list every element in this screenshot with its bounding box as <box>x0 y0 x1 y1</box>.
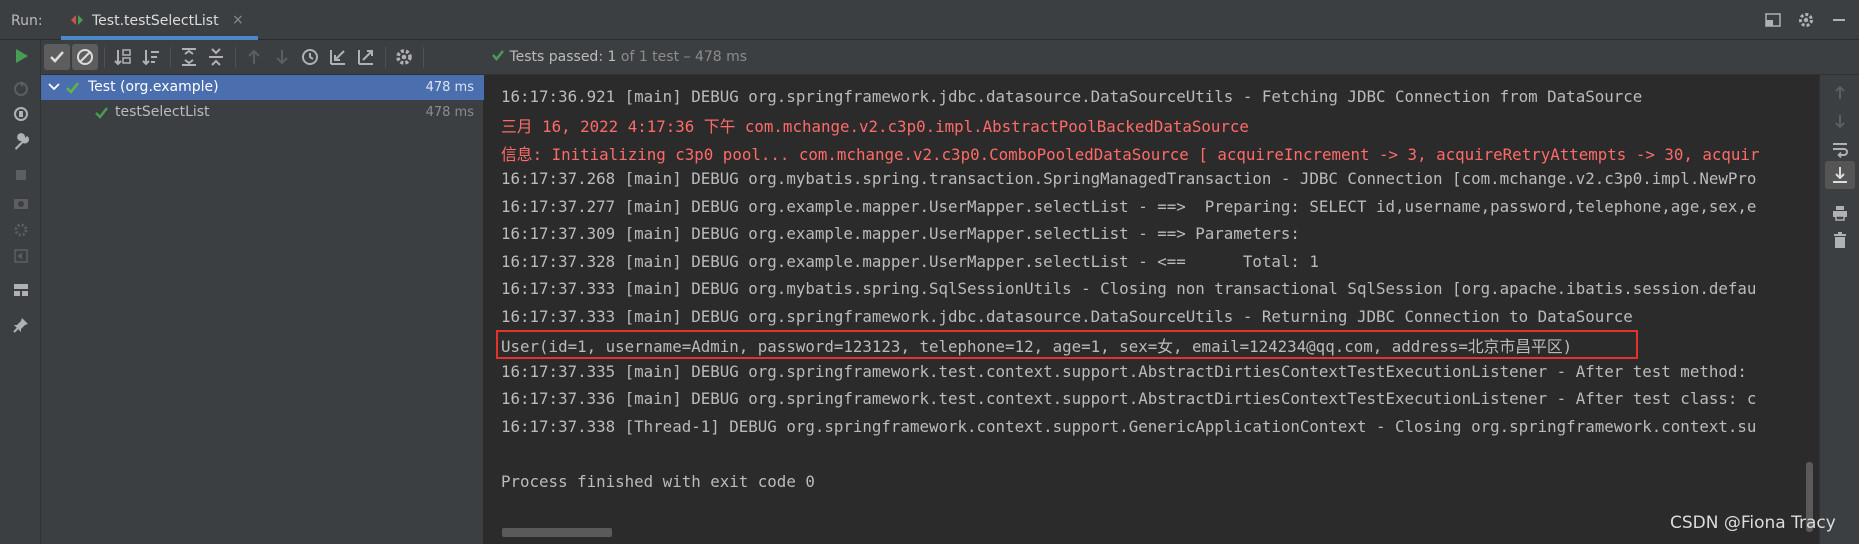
console-line: 16:17:37.338 [Thread-1] DEBUG org.spring… <box>501 417 1757 436</box>
toolbar-separator <box>423 47 424 68</box>
previous-failed-button <box>241 44 267 70</box>
tests-detail: of 1 test – 478 ms <box>620 49 748 65</box>
tree-node-label: Test (org.example) <box>88 79 219 95</box>
console-line: 16:17:37.268 [main] DEBUG org.mybatis.sp… <box>501 169 1757 188</box>
clock-icon <box>302 49 318 65</box>
tree-node-duration: 478 ms <box>425 80 474 95</box>
soft-wrap-icon[interactable] <box>1830 139 1850 159</box>
console-output[interactable]: 16:17:36.921 [main] DEBUG org.springfram… <box>485 75 1819 544</box>
sort-alphabetically-button[interactable] <box>110 44 136 70</box>
console-line: 16:17:37.309 [main] DEBUG org.example.ma… <box>501 224 1310 243</box>
test-passed-icon <box>95 107 108 119</box>
console-line: 16:17:37.277 [main] DEBUG org.example.ma… <box>501 197 1757 216</box>
toolbar-separator <box>385 47 386 68</box>
watermark: CSDN @Fiona Tracy <box>1670 513 1836 533</box>
rerun-failed-icon <box>14 81 28 96</box>
run-tool-window-header: Run: Test.testSelectList × <box>0 0 1859 40</box>
console-line: 16:17:37.336 [main] DEBUG org.springfram… <box>501 389 1757 408</box>
console-line: 16:17:37.333 [main] DEBUG org.mybatis.sp… <box>501 279 1757 298</box>
highlight-annotation-box <box>496 330 1638 359</box>
export-test-results-button[interactable] <box>353 44 379 70</box>
restore-layout-icon[interactable] <box>1764 11 1782 29</box>
arrow-down-icon <box>1835 115 1845 129</box>
horizontal-scrollbar[interactable] <box>502 528 612 537</box>
toolbar-separator <box>170 47 171 68</box>
chevron-down-icon[interactable] <box>48 82 60 92</box>
checkmark-icon <box>50 51 64 63</box>
test-history-button[interactable] <box>297 44 323 70</box>
sort-alpha-icon <box>114 49 131 66</box>
arrow-down-icon <box>276 50 288 65</box>
scroll-to-end-button[interactable] <box>1825 161 1855 189</box>
import-tests-icon <box>14 249 28 263</box>
gear-icon[interactable] <box>1797 11 1815 29</box>
left-tool-strip <box>0 40 41 544</box>
console-tool-strip <box>1819 75 1859 544</box>
console-line: 信息: Initializing c3p0 pool... com.mchang… <box>501 145 1760 164</box>
tab-test-select-list[interactable]: Test.testSelectList × <box>61 0 258 40</box>
console-line-exit: Process finished with exit code 0 <box>501 472 815 491</box>
console-line: 三月 16, 2022 4:17:36 下午 com.mchange.v2.c3… <box>501 117 1249 136</box>
console-line: 16:17:37.335 [main] DEBUG org.springfram… <box>501 362 1747 381</box>
test-passed-icon <box>66 82 79 94</box>
test-settings-button[interactable] <box>391 44 417 70</box>
show-ignored-button[interactable] <box>72 44 98 70</box>
tests-passed-label: Tests passed: <box>509 49 604 65</box>
stop-icon <box>16 170 26 180</box>
trash-icon[interactable] <box>1830 230 1850 250</box>
tests-passed-count: 1 <box>607 49 617 65</box>
run-config-icon <box>71 15 83 25</box>
camera-icon <box>14 199 28 209</box>
test-tree: Test (org.example) 478 ms testSelectList… <box>41 75 484 544</box>
tab-title: Test.testSelectList <box>92 13 219 29</box>
print-icon[interactable] <box>1830 203 1850 223</box>
collapse-all-button[interactable] <box>203 44 229 70</box>
console-line: 16:17:37.333 [main] DEBUG org.springfram… <box>501 307 1633 326</box>
next-failed-button <box>269 44 295 70</box>
pin-icon[interactable] <box>11 315 31 335</box>
close-tab-icon[interactable]: × <box>232 12 244 28</box>
tree-node-test-class[interactable]: Test (org.example) 478 ms <box>41 75 484 100</box>
console-line: 16:17:37.328 [main] DEBUG org.example.ma… <box>501 252 1319 271</box>
rerun-icon[interactable] <box>11 46 31 66</box>
tree-node-duration: 478 ms <box>425 105 474 120</box>
import-icon <box>330 50 345 65</box>
arrow-up-icon <box>1835 85 1845 99</box>
minimize-icon[interactable] <box>1830 11 1848 29</box>
ignored-icon <box>77 49 93 65</box>
tree-node-test-method[interactable]: testSelectList 478 ms <box>41 100 484 125</box>
tree-node-label: testSelectList <box>115 104 210 120</box>
test-status-summary: Tests passed: 1 of 1 test – 478 ms <box>491 48 747 65</box>
export-icon <box>358 50 373 65</box>
toolbar-separator <box>235 47 236 68</box>
show-passed-button[interactable] <box>44 44 70 70</box>
run-label: Run: <box>11 13 43 29</box>
checkmark-icon <box>492 50 504 61</box>
toggle-auto-test-icon[interactable] <box>11 104 31 124</box>
scroll-to-end-icon <box>1833 167 1847 183</box>
expand-all-icon <box>182 48 196 66</box>
gear-icon <box>396 49 412 65</box>
wrench-icon[interactable] <box>11 132 31 152</box>
toolbar-separator <box>104 47 105 68</box>
collapse-all-icon <box>209 48 223 66</box>
sort-duration-icon <box>142 50 159 66</box>
import-test-results-button[interactable] <box>325 44 351 70</box>
expand-all-button[interactable] <box>176 44 202 70</box>
debug-settings-icon <box>14 223 28 237</box>
arrow-up-icon <box>248 49 260 64</box>
sort-by-duration-button[interactable] <box>138 44 164 70</box>
test-toolbar: Tests passed: 1 of 1 test – 478 ms <box>41 40 1859 75</box>
layout-icon[interactable] <box>11 280 31 300</box>
console-line: 16:17:36.921 [main] DEBUG org.springfram… <box>501 87 1643 106</box>
